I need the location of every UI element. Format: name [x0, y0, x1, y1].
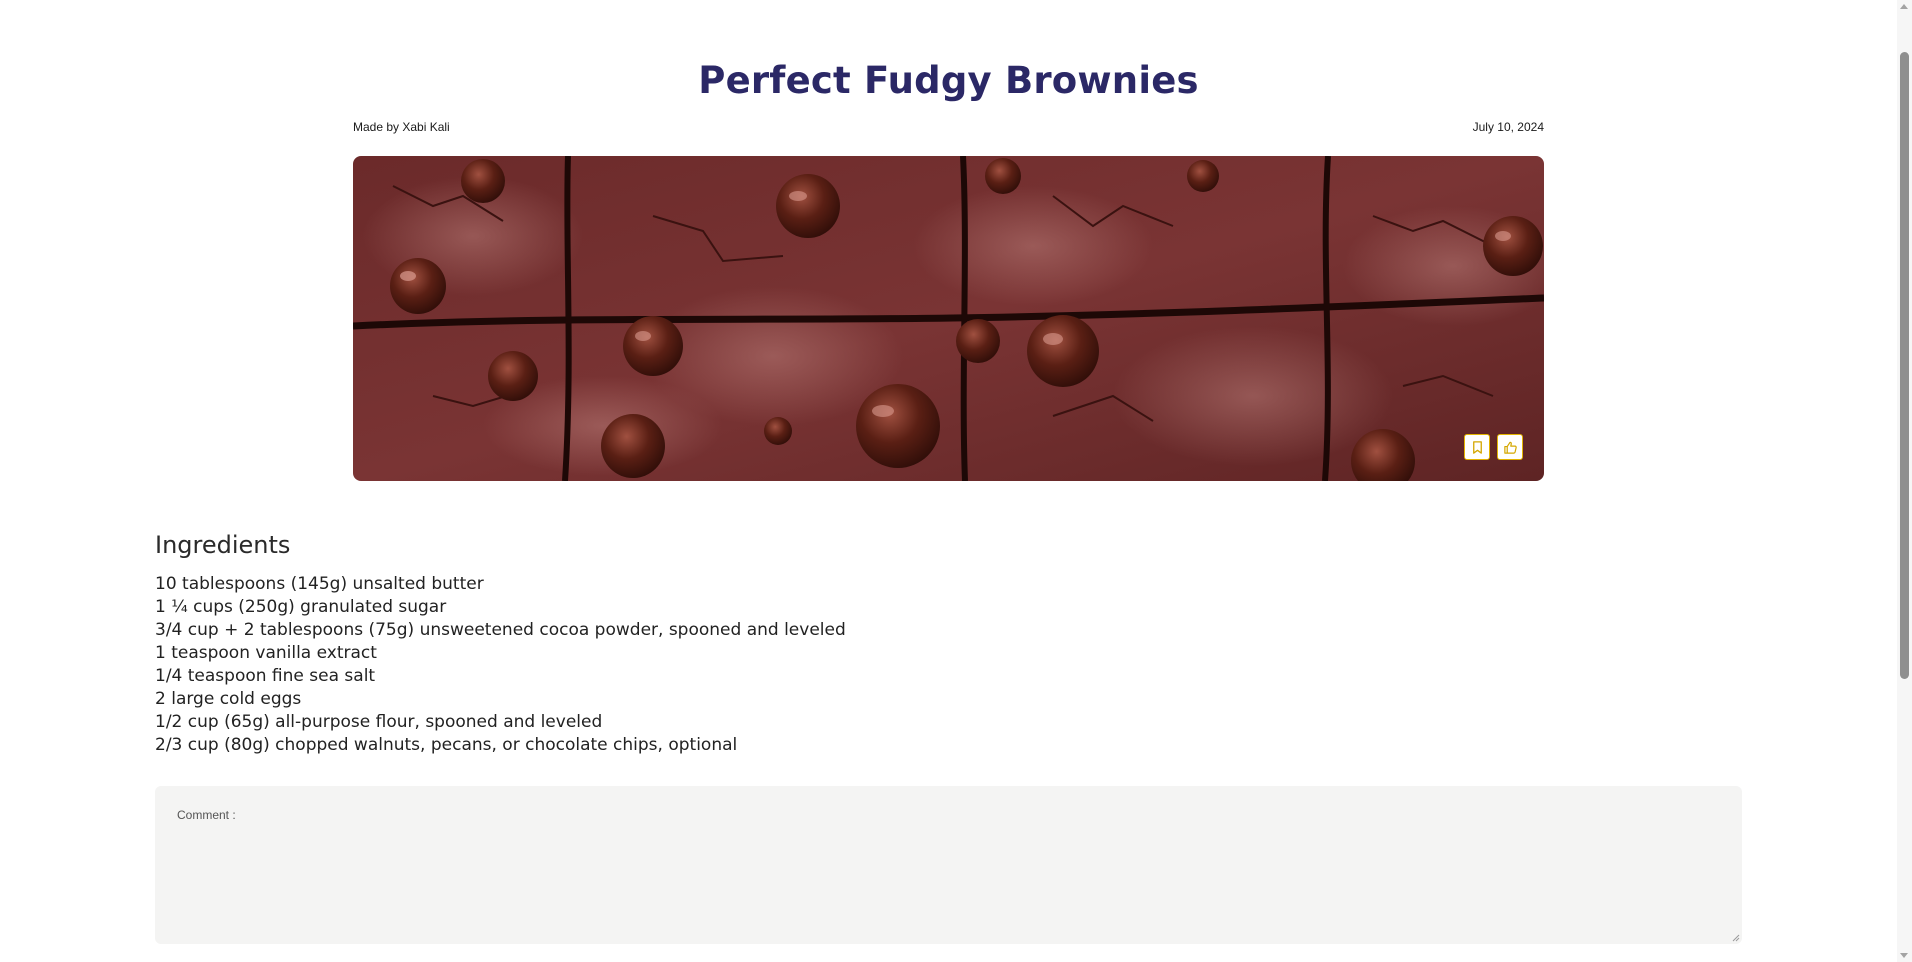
- recipe-author: Made by Xabi Kali: [353, 120, 450, 134]
- brownie-photo: [353, 156, 1544, 481]
- recipe-date: July 10, 2024: [1472, 120, 1544, 134]
- ingredient-item: 1/2 cup (65g) all-purpose flour, spooned…: [155, 712, 603, 732]
- scrollbar-thumb[interactable]: [1900, 52, 1909, 679]
- recipe-title: Perfect Fudgy Brownies: [698, 59, 1199, 102]
- comment-label: Comment :: [177, 808, 236, 822]
- ingredient-item: 10 tablespoons (145g) unsalted butter: [155, 574, 484, 594]
- ingredients-heading: Ingredients: [155, 531, 291, 559]
- ingredient-item: 1 teaspoon vanilla extract: [155, 643, 377, 663]
- ingredient-item: 2 large cold eggs: [155, 689, 302, 709]
- comment-field[interactable]: Comment :: [155, 786, 1742, 944]
- ingredient-item: 2/3 cup (80g) chopped walnuts, pecans, o…: [155, 735, 738, 755]
- ingredient-item: 1 ¼ cups (250g) granulated sugar: [155, 597, 447, 617]
- ingredient-item: 3/4 cup + 2 tablespoons (75g) unsweetene…: [155, 620, 846, 640]
- scroll-down-arrow-icon[interactable]: [1900, 953, 1908, 958]
- ingredient-item: 1/4 teaspoon fine sea salt: [155, 666, 376, 686]
- bookmark-button[interactable]: [1464, 434, 1490, 460]
- ingredients-list: 10 tablespoons (145g) unsalted butter 1 …: [155, 573, 846, 757]
- scroll-up-arrow-icon[interactable]: [1900, 4, 1908, 9]
- page-scrollbar[interactable]: [1897, 0, 1912, 962]
- like-button[interactable]: [1497, 434, 1523, 460]
- bookmark-icon: [1472, 440, 1482, 454]
- thumbs-up-icon: [1503, 441, 1517, 454]
- recipe-page: Perfect Fudgy Brownies Made by Xabi Kali…: [0, 0, 1912, 962]
- resize-handle-icon[interactable]: [1730, 932, 1740, 942]
- recipe-hero-image: [353, 156, 1544, 481]
